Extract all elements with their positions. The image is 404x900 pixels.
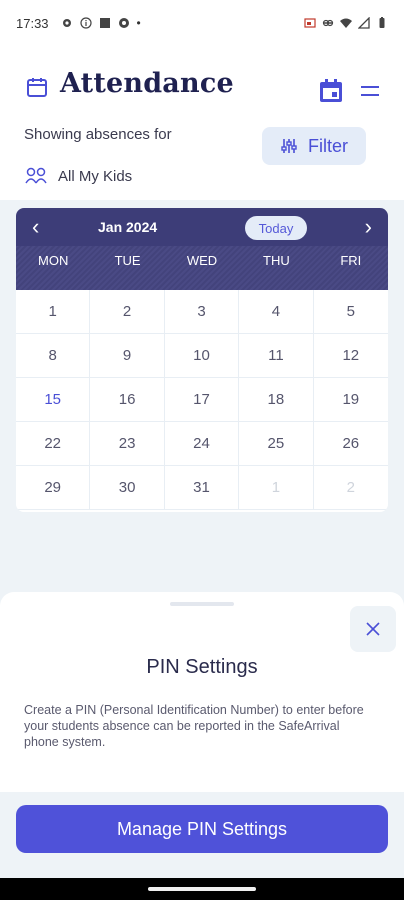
next-month-button[interactable]: › (365, 216, 372, 238)
weekday-row: MON TUE WED THU FRI (16, 246, 388, 290)
day-cell[interactable]: 30 (90, 466, 165, 510)
filter-button[interactable]: Filter (262, 127, 366, 165)
header: Attendance (0, 60, 404, 120)
weekday-label: WED (186, 252, 218, 268)
gear-icon (62, 19, 71, 27)
day-cell[interactable]: 10 (164, 334, 240, 378)
weekday-label: THU (263, 252, 290, 268)
weekday-label: FRI (340, 252, 362, 268)
cast-icon (304, 18, 316, 28)
day-cell[interactable]: 12 (313, 334, 388, 378)
close-icon (366, 622, 380, 636)
weekday-label: MON (38, 252, 69, 268)
day-cell-next-month: 2 (313, 466, 388, 510)
kids-selector[interactable]: All My Kids (24, 166, 132, 186)
day-cell[interactable]: 24 (164, 422, 240, 466)
today-button[interactable]: Today (245, 216, 307, 240)
day-cell[interactable]: 9 (90, 334, 165, 378)
day-cell[interactable]: 25 (239, 422, 314, 466)
day-cell[interactable]: 4 (239, 290, 314, 334)
month-label: Jan 2024 (98, 219, 158, 235)
status-time: 17:33 (16, 15, 49, 31)
signal-icon (358, 17, 370, 29)
day-cell[interactable]: 29 (16, 466, 91, 510)
day-cell[interactable]: 3 (164, 290, 240, 334)
wifi-icon (340, 18, 352, 28)
day-cell[interactable]: 11 (239, 334, 314, 378)
weekday-label: TUE (114, 252, 141, 268)
calendar-header: ‹ Jan 2024 Today › MON TUE WED THU FRI (16, 208, 388, 290)
sheet-drag-handle[interactable] (170, 602, 234, 606)
menu-icon[interactable] (360, 82, 380, 100)
page-title: Attendance (60, 68, 234, 99)
sheet-title: PIN Settings (146, 656, 258, 678)
day-cell[interactable]: 31 (164, 466, 240, 510)
square-icon (99, 18, 110, 28)
day-cell-next-month: 1 (239, 466, 314, 510)
day-cell[interactable]: 26 (313, 422, 388, 466)
home-gesture-pill[interactable] (148, 887, 256, 891)
calendar-icon (27, 78, 47, 97)
link-icon (322, 19, 334, 27)
sheet-description: Create a PIN (Personal Identification Nu… (24, 703, 364, 749)
info-icon (79, 17, 92, 29)
day-cell[interactable]: 2 (90, 290, 165, 334)
pin-settings-sheet: PIN Settings Create a PIN (Personal Iden… (0, 592, 404, 792)
day-cell[interactable]: 19 (313, 378, 388, 422)
day-cell[interactable]: 22 (16, 422, 91, 466)
prev-month-button[interactable]: ‹ (32, 216, 39, 238)
kids-label: All My Kids (58, 167, 133, 185)
manage-pin-settings-button[interactable]: Manage PIN Settings (16, 805, 388, 853)
filter-button-label: Filter (308, 135, 348, 156)
sliders-icon (281, 139, 297, 153)
day-cell[interactable]: 5 (313, 290, 388, 334)
day-cell[interactable]: 1 (16, 290, 91, 334)
day-grid: 1 2 3 4 5 8 9 10 11 12 15 16 17 18 19 22… (16, 290, 388, 510)
system-nav-bar (0, 878, 404, 900)
status-dot: • (136, 16, 141, 30)
calendar-view-icon[interactable] (318, 78, 344, 104)
day-cell[interactable]: 8 (16, 334, 91, 378)
day-cell[interactable]: 16 (90, 378, 165, 422)
close-button[interactable] (350, 606, 396, 652)
day-cell[interactable]: 23 (90, 422, 165, 466)
day-cell[interactable]: 18 (239, 378, 314, 422)
day-cell-today[interactable]: 15 (16, 378, 91, 422)
day-cell[interactable]: 17 (164, 378, 240, 422)
kids-icon (25, 167, 47, 184)
status-bar: 17:33 • (0, 0, 404, 46)
calendar: ‹ Jan 2024 Today › MON TUE WED THU FRI 1… (16, 208, 388, 512)
showing-absences-label: Showing absences for (24, 126, 172, 143)
chrome-icon (118, 18, 129, 28)
battery-icon (379, 17, 385, 28)
